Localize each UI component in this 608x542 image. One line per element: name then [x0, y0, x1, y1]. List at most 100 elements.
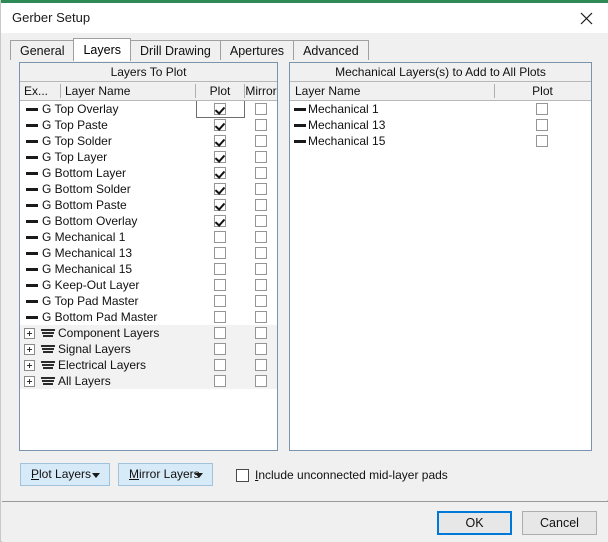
table-row[interactable]: Electrical Layers — [20, 357, 277, 373]
table-row[interactable]: G Bottom Paste — [20, 197, 277, 213]
layer-name-label: G Top Overlay — [42, 101, 118, 117]
table-row[interactable]: G Top Pad Master — [20, 293, 277, 309]
table-row[interactable]: G Bottom Layer — [20, 165, 277, 181]
expand-plus-icon[interactable] — [24, 376, 35, 387]
table-row[interactable]: G Top Paste — [20, 117, 277, 133]
table-row[interactable]: All Layers — [20, 373, 277, 389]
layers-to-plot-panel: Layers To Plot Ex... Layer Name Plot Mir… — [19, 62, 278, 451]
plot-checkbox[interactable] — [214, 135, 226, 147]
mechanical-layers-panel: Mechanical Layers(s) to Add to All Plots… — [289, 62, 592, 451]
layer-name-label: G Mechanical 1 — [42, 229, 125, 245]
plot-checkbox[interactable] — [536, 119, 548, 131]
tab-apertures[interactable]: Apertures — [220, 40, 294, 60]
table-row[interactable]: G Bottom Pad Master — [20, 309, 277, 325]
mirror-checkbox[interactable] — [255, 183, 267, 195]
layer-name-label: G Mechanical 15 — [42, 261, 132, 277]
plot-layers-button[interactable]: Plot Layers — [20, 463, 110, 486]
table-row[interactable]: G Top Overlay — [20, 101, 277, 117]
plot-checkbox[interactable] — [214, 247, 226, 259]
mirror-checkbox[interactable] — [255, 375, 267, 387]
table-row[interactable]: G Bottom Solder — [20, 181, 277, 197]
ok-button[interactable]: OK — [437, 511, 512, 535]
tab-general[interactable]: General — [10, 40, 74, 60]
table-row[interactable]: Mechanical 15 — [290, 133, 591, 149]
tab-label: Layers — [83, 43, 121, 57]
plot-checkbox[interactable] — [214, 375, 226, 387]
mirror-checkbox[interactable] — [255, 279, 267, 291]
mechanical-layers-header: Layer Name Plot — [290, 82, 591, 101]
column-header-mirror[interactable]: Mirror — [245, 82, 277, 100]
tab-label: Drill Drawing — [140, 44, 211, 58]
table-row[interactable]: G Top Layer — [20, 149, 277, 165]
mirror-layers-button[interactable]: Mirror Layers — [118, 463, 213, 486]
include-midlayer-pads-checkbox[interactable]: Include unconnected mid-layer pads — [236, 467, 448, 483]
layer-name-label: G Keep-Out Layer — [42, 277, 139, 293]
mirror-checkbox[interactable] — [255, 327, 267, 339]
table-row[interactable]: Mechanical 13 — [290, 117, 591, 133]
expand-plus-icon[interactable] — [24, 344, 35, 355]
table-row[interactable]: G Bottom Overlay — [20, 213, 277, 229]
table-row[interactable]: Component Layers — [20, 325, 277, 341]
table-row[interactable]: Mechanical 1 — [290, 101, 591, 117]
layer-name-label: Signal Layers — [58, 341, 131, 357]
mirror-checkbox[interactable] — [255, 263, 267, 275]
plot-checkbox[interactable] — [214, 295, 226, 307]
plot-checkbox[interactable] — [214, 263, 226, 275]
table-row[interactable]: G Mechanical 15 — [20, 261, 277, 277]
plot-checkbox[interactable] — [214, 231, 226, 243]
plot-checkbox[interactable] — [214, 215, 226, 227]
mirror-checkbox[interactable] — [255, 311, 267, 323]
table-row[interactable]: G Keep-Out Layer — [20, 277, 277, 293]
mirror-checkbox[interactable] — [255, 359, 267, 371]
mirror-checkbox[interactable] — [255, 167, 267, 179]
layer-dash-icon — [26, 140, 38, 143]
plot-checkbox[interactable] — [214, 343, 226, 355]
plot-checkbox[interactable] — [214, 183, 226, 195]
mirror-checkbox[interactable] — [255, 151, 267, 163]
layer-name-label: Mechanical 15 — [308, 133, 385, 149]
plot-checkbox[interactable] — [536, 103, 548, 115]
layer-name-label: G Top Solder — [42, 133, 112, 149]
plot-checkbox[interactable] — [214, 151, 226, 163]
column-header-plot-right[interactable]: Plot — [495, 82, 590, 100]
table-row[interactable]: Signal Layers — [20, 341, 277, 357]
mirror-checkbox[interactable] — [255, 295, 267, 307]
table-row[interactable]: G Mechanical 1 — [20, 229, 277, 245]
layer-name-label: Mechanical 13 — [308, 117, 385, 133]
include-midlayer-pads-label: Include unconnected mid-layer pads — [255, 468, 448, 482]
column-header-layer-name-right[interactable]: Layer Name — [295, 82, 485, 100]
table-row[interactable]: G Top Solder — [20, 133, 277, 149]
expand-plus-icon[interactable] — [24, 360, 35, 371]
column-header-plot[interactable]: Plot — [196, 82, 244, 100]
plot-checkbox[interactable] — [214, 199, 226, 211]
layer-name-label: G Top Pad Master — [42, 293, 139, 309]
layer-dash-icon — [26, 188, 38, 191]
close-icon[interactable] — [563, 3, 608, 33]
mirror-checkbox[interactable] — [255, 247, 267, 259]
plot-checkbox[interactable] — [536, 135, 548, 147]
column-header-layer-name[interactable]: Layer Name — [65, 82, 195, 100]
plot-checkbox[interactable] — [214, 103, 226, 115]
column-header-ex[interactable]: Ex... — [24, 82, 60, 100]
tab-drill-drawing[interactable]: Drill Drawing — [130, 40, 221, 60]
mirror-checkbox[interactable] — [255, 199, 267, 211]
table-row[interactable]: G Mechanical 13 — [20, 245, 277, 261]
mirror-checkbox[interactable] — [255, 103, 267, 115]
tab-layers[interactable]: Layers — [73, 38, 131, 61]
cancel-button[interactable]: Cancel — [522, 511, 597, 535]
plot-checkbox[interactable] — [214, 279, 226, 291]
mirror-checkbox[interactable] — [255, 215, 267, 227]
layers-to-plot-caption: Layers To Plot — [20, 63, 277, 82]
mirror-checkbox[interactable] — [255, 231, 267, 243]
plot-checkbox[interactable] — [214, 327, 226, 339]
plot-checkbox[interactable] — [214, 119, 226, 131]
expand-plus-icon[interactable] — [24, 328, 35, 339]
layer-dash-icon — [26, 108, 38, 111]
mirror-checkbox[interactable] — [255, 135, 267, 147]
mirror-checkbox[interactable] — [255, 343, 267, 355]
plot-checkbox[interactable] — [214, 359, 226, 371]
mirror-checkbox[interactable] — [255, 119, 267, 131]
plot-checkbox[interactable] — [214, 167, 226, 179]
tab-advanced[interactable]: Advanced — [293, 40, 369, 60]
plot-checkbox[interactable] — [214, 311, 226, 323]
